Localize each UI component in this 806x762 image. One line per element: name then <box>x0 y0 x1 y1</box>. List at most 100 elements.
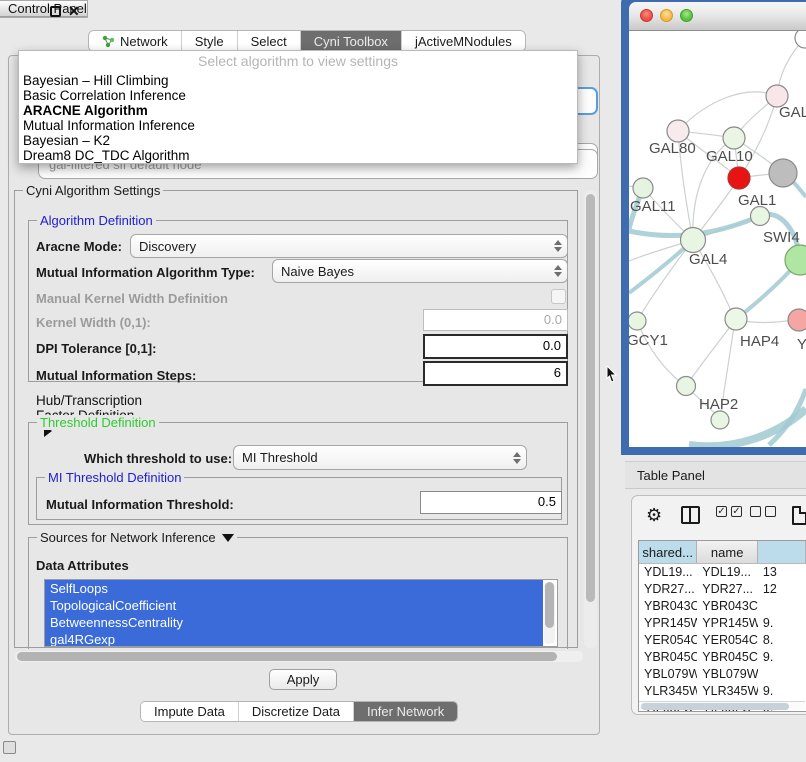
select-all-columns-icon[interactable]: ✓✓ <box>716 506 742 517</box>
document-icon[interactable] <box>792 506 806 525</box>
apply-button[interactable]: Apply <box>269 669 337 690</box>
network-node-y[interactable] <box>788 309 806 331</box>
network-canvas-svg: GALGAL80GAL10GAL11GAL1SWI4GAL4GCY1HAP4YH… <box>629 31 806 447</box>
tab-style[interactable]: Style <box>182 31 238 51</box>
dpi-tolerance-field[interactable]: 0.0 <box>423 334 568 359</box>
table-cell: YBL079W <box>697 666 758 683</box>
deselect-all-columns-icon[interactable] <box>750 506 776 517</box>
tab-discretize-data[interactable]: Discretize Data <box>239 702 354 721</box>
node-label: GAL4 <box>689 251 727 268</box>
table-row[interactable]: YLR345WYLR345W9. <box>639 683 806 700</box>
network-edge[interactable] <box>689 409 806 446</box>
network-canvas[interactable]: GALGAL80GAL10GAL11GAL1SWI4GAL4GCY1HAP4YH… <box>629 31 806 447</box>
table-row[interactable]: YDR27...YDR27...12 <box>639 581 806 598</box>
mi-type-combo[interactable]: Naive Bayes <box>272 259 568 283</box>
algorithm-option[interactable]: Bayesian – K2 <box>19 133 577 148</box>
mi-type-label: Mutual Information Algorithm Type: <box>36 265 255 280</box>
network-node-gal80[interactable] <box>667 120 689 142</box>
algorithm-option[interactable]: Dream8 DC_TDC Algorithm <box>19 148 577 163</box>
list-item[interactable]: TopologicalCoefficient <box>45 597 543 614</box>
table-row[interactable]: YPR145WYPR145W9. <box>639 615 806 632</box>
network-edge[interactable] <box>678 92 777 131</box>
network-node-swi4[interactable] <box>751 207 770 226</box>
kernel-width-field[interactable]: 0.0 <box>423 309 568 331</box>
network-node-gal4[interactable] <box>681 228 706 253</box>
table-cell: 13 <box>758 564 806 581</box>
combo-arrows-icon <box>551 240 567 252</box>
minimize-traffic-light-icon[interactable] <box>660 9 673 22</box>
unchecked-box-icon <box>765 506 776 517</box>
algorithm-option[interactable]: Mutual Information Inference <box>19 118 577 133</box>
list-item[interactable]: BetweennessCentrality <box>45 614 543 631</box>
mi-threshold-label: Mutual Information Threshold: <box>46 497 234 512</box>
mi-threshold-field[interactable]: 0.5 <box>420 491 562 514</box>
network-node-gal11[interactable] <box>633 178 653 198</box>
list-scrollbar[interactable] <box>544 582 555 644</box>
manual-kernel-label: Manual Kernel Width Definition <box>36 291 228 306</box>
table-horizontal-scrollbar[interactable] <box>639 701 805 710</box>
table-cell: YBL079W <box>639 666 697 683</box>
table-cell: 9. <box>758 649 806 666</box>
table-cell: YDR27... <box>697 581 758 598</box>
float-window-icon[interactable] <box>50 6 61 17</box>
table-cell: 9. <box>758 683 806 700</box>
tab-cyni-toolbox[interactable]: Cyni Toolbox <box>301 31 402 51</box>
control-panel-window: Control Panel ✕ NetworkStyleSelectCyni T… <box>0 0 88 18</box>
tab-infer-network[interactable]: Infer Network <box>354 702 457 721</box>
table-cell: YBR043C <box>697 598 758 615</box>
mi-steps-label: Mutual Information Steps: <box>36 368 196 383</box>
algorithm-option[interactable]: Bayesian – Hill Climbing <box>19 73 577 88</box>
close-traffic-light-icon[interactable] <box>640 9 653 22</box>
network-edge[interactable] <box>637 321 686 386</box>
algorithm-option[interactable]: ARACNE Algorithm <box>19 103 577 118</box>
table-cell: 12 <box>758 581 806 598</box>
tab-jactivemnodules[interactable]: jActiveMNodules <box>402 31 525 51</box>
mi-steps-field[interactable]: 6 <box>423 361 568 386</box>
checked-box-icon: ✓ <box>716 506 727 517</box>
network-node-hap4[interactable] <box>725 308 747 330</box>
minimized-window-icon[interactable] <box>3 741 16 754</box>
network-node-gcy1[interactable] <box>629 312 646 330</box>
table-cell: YBR045C <box>639 649 697 666</box>
column-header[interactable]: shared... <box>639 541 697 563</box>
table-row[interactable]: YDL19...YDL19...13 <box>639 564 806 581</box>
algorithm-option[interactable]: Basic Correlation Inference <box>19 88 577 103</box>
cyni-bottom-tabs: Impute DataDiscretize DataInfer Network <box>140 701 458 722</box>
column-header[interactable]: name <box>697 541 758 563</box>
close-icon[interactable]: ✕ <box>68 3 80 20</box>
list-item[interactable]: gal4RGexp <box>45 631 543 647</box>
table-row[interactable]: YBL079WYBL079W <box>639 666 806 683</box>
table-panel-header: Table Panel <box>625 461 806 489</box>
network-node-gal10[interactable] <box>723 127 745 149</box>
aracne-mode-combo[interactable]: Discovery <box>130 234 568 258</box>
which-threshold-combo[interactable]: MI Threshold <box>233 445 527 470</box>
table-row[interactable]: YBR045CYBR045C9. <box>639 649 806 666</box>
tab-impute-data[interactable]: Impute Data <box>141 702 239 721</box>
network-node[interactable] <box>795 31 806 48</box>
settings-horizontal-scrollbar[interactable] <box>15 651 583 662</box>
tab-select[interactable]: Select <box>238 31 301 51</box>
manual-kernel-checkbox[interactable] <box>551 289 566 304</box>
node-label: GAL <box>779 104 806 121</box>
list-item[interactable]: SelfLoops <box>45 580 543 597</box>
aracne-mode-label: Aracne Mode: <box>36 239 122 254</box>
tab-network[interactable]: Network <box>89 31 182 51</box>
columns-icon[interactable] <box>681 506 700 524</box>
node-label: GAL80 <box>649 140 696 157</box>
settings-vertical-scrollbar[interactable] <box>584 190 597 648</box>
table-row[interactable]: YER054CYER054C8. <box>639 632 806 649</box>
network-node[interactable] <box>728 167 750 189</box>
network-node[interactable] <box>711 411 729 429</box>
node-label: Y <box>797 336 806 353</box>
checked-box-icon: ✓ <box>731 506 742 517</box>
network-node[interactable] <box>769 159 797 187</box>
network-edge[interactable] <box>686 320 735 386</box>
node-label: HAP4 <box>740 333 779 350</box>
node-table[interactable]: shared...name YDL19...YDL19...13YDR27...… <box>638 540 806 712</box>
zoom-traffic-light-icon[interactable] <box>680 9 693 22</box>
network-node-hap2[interactable] <box>677 377 696 396</box>
column-header[interactable] <box>758 541 806 563</box>
gear-icon[interactable]: ⚙ <box>646 506 662 524</box>
data-attributes-list[interactable]: SelfLoopsTopologicalCoefficientBetweenne… <box>44 579 558 647</box>
table-row[interactable]: YBR043CYBR043C <box>639 598 806 615</box>
